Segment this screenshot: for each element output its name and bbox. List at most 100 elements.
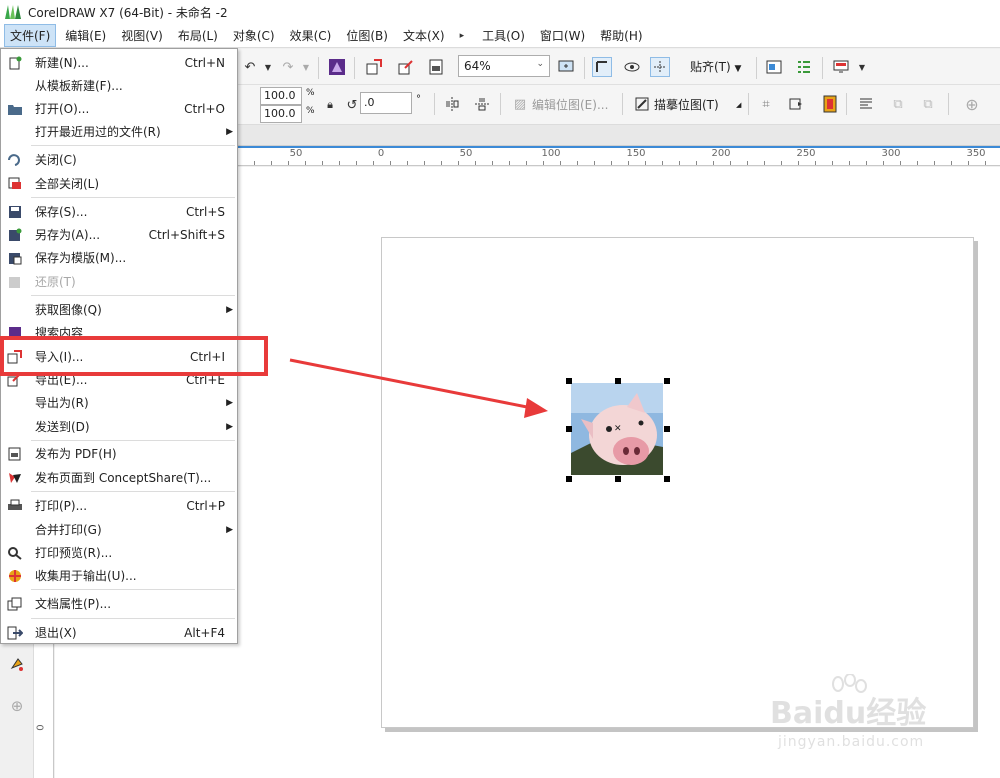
snap-to-label: 贴齐(T) — [690, 60, 731, 74]
file-menu-item[interactable]: 新建(N)... Ctrl+N — [1, 51, 237, 74]
file-menu-item[interactable]: 关闭(C) — [1, 148, 237, 171]
selection-handle[interactable] — [566, 378, 572, 384]
file-menu-item[interactable]: 打开(O)... Ctrl+O — [1, 97, 237, 120]
file-menu-item-label: 打印(P)... — [35, 499, 88, 513]
edit-bitmap-button[interactable]: 编辑位图(E)... — [532, 96, 608, 113]
ruler-tick — [475, 161, 476, 165]
redo-dropdown-icon[interactable]: ▼ — [296, 57, 316, 77]
add-toolbar-item-icon[interactable]: ⊕ — [962, 94, 982, 114]
undo-dropdown-icon[interactable]: ▼ — [258, 57, 278, 77]
mirror-horizontal-icon[interactable] — [442, 94, 462, 114]
revert-icon — [7, 274, 23, 290]
watermark-brand: Baidu经验 — [770, 696, 927, 731]
edit-bitmap-icon[interactable]: ▨ — [510, 94, 530, 114]
text-wrap-icon[interactable] — [856, 94, 876, 114]
scale-width-input[interactable]: 100.0 — [260, 87, 302, 105]
export-icon[interactable] — [396, 57, 416, 77]
crop-bitmap-icon[interactable]: ⌗ — [756, 94, 776, 114]
resample-icon[interactable] — [820, 94, 840, 114]
application-launcher-icon[interactable] — [794, 57, 814, 77]
file-menu-item[interactable]: 收集用于输出(U)... — [1, 564, 237, 587]
menu-separator — [31, 440, 235, 441]
menu-edit[interactable]: 编辑(E) — [59, 24, 112, 47]
trace-bitmap-dropdown-icon[interactable]: ◢ — [736, 101, 741, 109]
ruler-tick — [407, 161, 408, 165]
file-menu-item[interactable]: 另存为(A)... Ctrl+Shift+S — [1, 223, 237, 246]
to-back-icon[interactable]: ⧉ — [918, 94, 938, 114]
ruler-tick — [271, 161, 272, 165]
show-guidelines-icon[interactable] — [650, 57, 670, 77]
file-menu-item[interactable]: 打印预览(R)... — [1, 541, 237, 564]
menu-file[interactable]: 文件(F) — [4, 24, 57, 47]
add-tool-icon[interactable]: ⊕ — [7, 696, 27, 716]
search-content-icon[interactable] — [327, 57, 347, 77]
menu-window[interactable]: 窗口(W) — [534, 24, 591, 47]
snap-to-dropdown[interactable]: 贴齐(T) ▼ — [690, 58, 741, 75]
selection-handle[interactable] — [664, 476, 670, 482]
menu-object[interactable]: 对象(C) — [227, 24, 281, 47]
file-menu-item[interactable]: 退出(X) Alt+F4 — [1, 621, 237, 644]
rotation-angle-input[interactable]: .0 — [360, 92, 412, 114]
file-menu-item[interactable]: 发布为 PDF(H) — [1, 442, 237, 465]
file-menu-item[interactable]: 合并打印(G) ▶ — [1, 518, 237, 541]
to-front-icon[interactable]: ⧉ — [888, 94, 908, 114]
close-doc-icon — [7, 152, 23, 168]
ruler-tick — [730, 161, 731, 165]
full-screen-preview-icon[interactable] — [556, 57, 576, 77]
file-menu-item[interactable]: 打开最近用过的文件(R) ▶ — [1, 120, 237, 143]
bitmap-transform-icon[interactable] — [786, 94, 806, 114]
file-menu-item[interactable]: 保存为模版(M)... — [1, 246, 237, 269]
file-menu-item[interactable]: 导出为(R) ▶ — [1, 391, 237, 414]
document-page[interactable] — [381, 237, 974, 728]
menu-bitmaps[interactable]: 位图(B) — [340, 24, 394, 47]
scale-height-input[interactable]: 100.0 — [260, 105, 302, 123]
selection-handle[interactable] — [664, 426, 670, 432]
submenu-arrow-icon: ▶ — [226, 397, 233, 408]
file-menu-item-shortcut: Ctrl+S — [185, 204, 225, 219]
welcome-dropdown-icon[interactable]: ▼ — [852, 57, 872, 77]
file-menu-item[interactable]: 保存(S)... Ctrl+S — [1, 200, 237, 223]
welcome-screen-icon[interactable] — [832, 57, 852, 77]
file-menu-item[interactable]: 发送到(D) ▶ — [1, 415, 237, 438]
redo-icon[interactable]: ↷ — [278, 57, 298, 77]
zoom-level-dropdown[interactable]: 64% ⌄ — [458, 55, 550, 77]
undo-icon[interactable]: ↶ — [240, 57, 260, 77]
menu-separator — [31, 197, 235, 198]
ruler-label: 250 — [796, 148, 816, 159]
file-menu-item[interactable]: 获取图像(Q) ▶ — [1, 298, 237, 321]
file-menu-item[interactable]: 打印(P)... Ctrl+P — [1, 494, 237, 517]
file-menu-item[interactable]: 全部关闭(L) — [1, 172, 237, 195]
menu-effects[interactable]: 效果(C) — [284, 24, 338, 47]
ruler-tick — [322, 161, 323, 165]
interactive-fill-icon[interactable] — [7, 654, 27, 674]
doc-properties-icon — [7, 596, 23, 612]
file-menu-item[interactable]: 发布页面到 ConceptShare(T)... — [1, 466, 237, 489]
show-rulers-icon[interactable] — [592, 57, 612, 77]
ruler-label: 50 — [289, 148, 303, 159]
menu-overflow-arrow-icon[interactable]: ▸ — [460, 31, 465, 41]
menu-text[interactable]: 文本(X) — [397, 24, 451, 47]
menu-view[interactable]: 视图(V) — [115, 24, 169, 47]
import-icon[interactable] — [364, 57, 384, 77]
lock-ratio-icon[interactable]: 🔒︎ — [320, 95, 340, 115]
file-menu-item-label: 关闭(C) — [35, 153, 77, 167]
options-icon[interactable] — [764, 57, 784, 77]
selection-handle[interactable] — [615, 476, 621, 482]
show-grid-icon[interactable] — [622, 57, 642, 77]
publish-pdf-icon[interactable] — [426, 57, 446, 77]
menu-help[interactable]: 帮助(H) — [594, 24, 648, 47]
mirror-vertical-icon[interactable] — [472, 94, 492, 114]
selection-handle[interactable] — [566, 426, 572, 432]
selection-handle[interactable] — [664, 378, 670, 384]
file-menu-item[interactable]: 文档属性(P)... — [1, 592, 237, 615]
trace-bitmap-icon[interactable] — [632, 94, 652, 114]
watermark-url: jingyan.baidu.com — [778, 734, 925, 750]
selection-handle[interactable] — [566, 476, 572, 482]
menu-layout[interactable]: 布局(L) — [172, 24, 224, 47]
trace-bitmap-button[interactable]: 描摹位图(T) — [654, 96, 719, 113]
file-menu-item-shortcut: Alt+F4 — [184, 625, 225, 640]
selection-handle[interactable] — [615, 378, 621, 384]
file-menu-item-shortcut: Ctrl+P — [186, 498, 225, 513]
file-menu-item[interactable]: 从模板新建(F)... — [1, 74, 237, 97]
menu-tools[interactable]: 工具(O) — [476, 24, 531, 47]
